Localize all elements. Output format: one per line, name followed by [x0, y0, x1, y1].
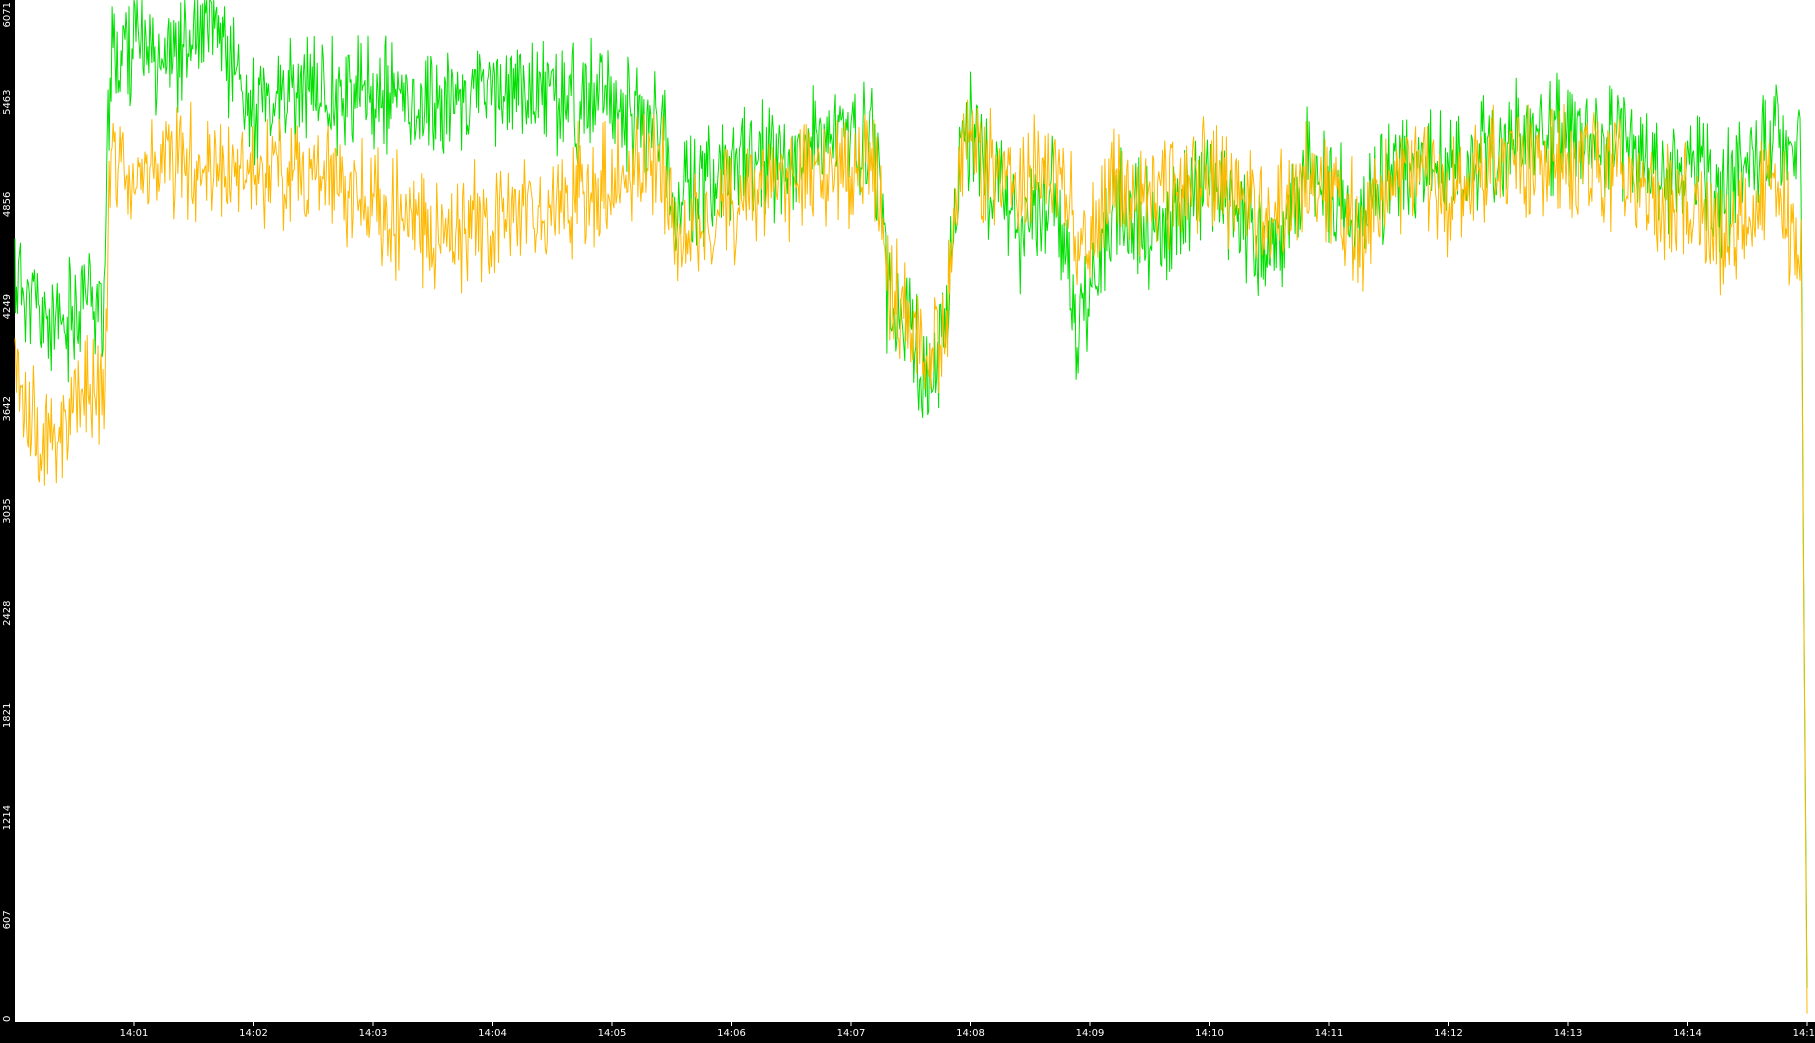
- y-tick-label: 1214: [2, 805, 13, 830]
- y-tick-label: 607: [2, 910, 13, 929]
- x-tick-label: 14:06: [717, 1028, 746, 1039]
- chart-canvas: 0 607 1214 1821 2428 3035 3642 4249 4856 5463 6071…: [0, 0, 1815, 1039]
- x-tick-label: 14:07: [837, 1028, 866, 1039]
- y-tick-label: 3642: [2, 396, 13, 421]
- y-tick-label: 2428: [2, 600, 13, 625]
- line-chart: 0 607 1214 1821 2428 3035 3642 4249 4856 5463 6071…: [2, 0, 1815, 1039]
- y-axis-ticks: 0 607 1214 1821 2428 3035 3642 4249 4856 5463 6071: [2, 2, 13, 1022]
- x-tick-label: 14:14: [1673, 1028, 1702, 1039]
- x-tick-label: 14:04: [478, 1028, 507, 1039]
- y-tick-label: 4856: [2, 192, 13, 217]
- x-tick-label: 14:11: [1315, 1028, 1344, 1039]
- x-tick-label: 14:02: [239, 1028, 268, 1039]
- y-tick-label: 6071: [2, 2, 13, 27]
- y-tick-label: 0: [2, 1016, 13, 1022]
- y-tick-label: 3035: [2, 498, 13, 523]
- x-axis-ticks: 14:01 14:02 14:03 14:04 14:05 14:06 14:07 14:08…: [120, 1022, 1815, 1039]
- x-tick-label: 14:09: [1076, 1028, 1105, 1039]
- x-tick-label: 14:01: [120, 1028, 149, 1039]
- x-tick-label: 14:03: [359, 1028, 388, 1039]
- y-tick-label: 5463: [2, 89, 13, 114]
- x-tick-label: 14:15: [1793, 1028, 1815, 1039]
- x-tick-label: 14:05: [598, 1028, 627, 1039]
- y-tick-label: 1821: [2, 703, 13, 728]
- x-tick-label: 14:13: [1554, 1028, 1583, 1039]
- y-tick-label: 4249: [2, 294, 13, 319]
- x-tick-label: 14:08: [956, 1028, 985, 1039]
- x-tick-label: 14:12: [1434, 1028, 1463, 1039]
- x-tick-label: 14:10: [1195, 1028, 1224, 1039]
